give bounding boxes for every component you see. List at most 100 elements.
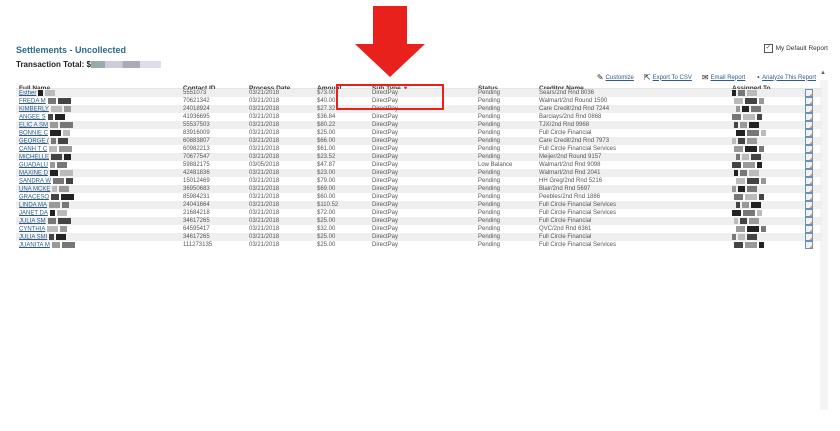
edit-icon[interactable] xyxy=(805,89,813,97)
row-process-date-text: 03/21/2018 xyxy=(249,218,280,224)
row-contact-id: 36950683 xyxy=(183,186,210,192)
row-full-name[interactable]: ELIC A SM xyxy=(19,121,74,128)
row-assigned-to xyxy=(730,137,757,145)
row-full-name-text: MICHELLE xyxy=(19,154,50,161)
edit-icon[interactable] xyxy=(805,161,813,169)
row-assigned-to xyxy=(730,209,762,217)
edit-icon[interactable] xyxy=(805,169,813,177)
row-amount-text: $27.32 xyxy=(317,106,336,112)
edit-icon[interactable] xyxy=(805,193,813,201)
row-contact-id-text: 60982213 xyxy=(183,146,210,152)
edit-icon[interactable] xyxy=(805,185,813,193)
customize-label[interactable]: Customize xyxy=(606,75,634,81)
row-creditor-name-text: Full Circle Financial xyxy=(539,218,592,224)
row-full-name[interactable]: UNA MCKE xyxy=(19,185,70,192)
row-assigned-to xyxy=(732,169,759,177)
row-full-name[interactable]: KIMBERLY xyxy=(19,105,71,112)
edit-icon[interactable] xyxy=(805,201,813,209)
redacted-name-block xyxy=(49,209,55,216)
row-assigned-to xyxy=(734,129,766,137)
analyze-report-link[interactable]: ◔ Analyze This Report xyxy=(755,73,816,82)
edit-icon[interactable] xyxy=(805,145,813,153)
row-full-name[interactable]: SANDRA W xyxy=(19,177,74,184)
row-process-date-text: 03/21/2018 xyxy=(249,154,280,160)
redacted-assignee-block xyxy=(738,185,745,192)
row-status: Pending xyxy=(478,242,500,248)
row-contact-id: 42481836 xyxy=(183,170,210,176)
analyze-report-label[interactable]: Analyze This Report xyxy=(762,75,816,81)
row-full-name[interactable]: CYNTHIA xyxy=(19,225,68,233)
row-sub-type: DirectPay xyxy=(372,210,398,216)
edit-icon[interactable] xyxy=(805,121,813,129)
row-process-date-text: 03/21/2018 xyxy=(249,98,280,104)
row-assigned-to xyxy=(734,177,766,185)
row-full-name-text: FREDA M xyxy=(19,98,46,105)
edit-icon[interactable] xyxy=(805,177,813,185)
edit-icon[interactable] xyxy=(805,113,813,121)
row-contact-id-text: 15012469 xyxy=(183,178,210,184)
row-full-name[interactable]: CANH T C xyxy=(19,145,73,152)
row-full-name[interactable]: BONNIE C xyxy=(19,129,71,137)
row-sub-type: DirectPay xyxy=(372,234,398,240)
row-full-name[interactable]: JULIA SMI xyxy=(19,233,67,240)
default-report-checkbox[interactable]: ✓ xyxy=(763,44,773,53)
scroll-up-icon[interactable]: ▲ xyxy=(820,70,826,76)
row-full-name-text: BONNIE C xyxy=(19,130,49,137)
edit-icon[interactable] xyxy=(805,153,813,161)
row-full-name[interactable]: MICHELLE xyxy=(19,153,72,161)
row-sub-type-text: DirectPay xyxy=(372,218,399,224)
redacted-assignee-block xyxy=(734,169,738,176)
row-contact-id-text: 64595417 xyxy=(183,226,210,232)
edit-icon[interactable] xyxy=(805,129,813,137)
row-full-name-text: Esther xyxy=(19,90,37,97)
row-full-name[interactable]: FREDA M xyxy=(19,97,71,105)
redacted-assignee-block xyxy=(740,169,747,176)
row-full-name[interactable]: Esther xyxy=(19,89,56,97)
row-full-name[interactable]: MAXINE D xyxy=(19,169,74,176)
export-csv-label[interactable]: Export To CSV xyxy=(653,75,692,81)
row-creditor-name-text: Care Credit/2nd Rnd 7244 xyxy=(539,106,610,112)
row-amount-text: $25.00 xyxy=(317,234,336,240)
customize-link[interactable]: ✎ Customize xyxy=(597,73,634,82)
row-process-date-text: 03/21/2018 xyxy=(249,186,280,192)
edit-icon[interactable] xyxy=(805,225,813,233)
row-full-name[interactable]: GEORGE ( xyxy=(19,137,69,144)
edit-icon[interactable] xyxy=(805,209,813,217)
email-report-label[interactable]: Email Report xyxy=(711,75,746,81)
redacted-name-block xyxy=(45,89,56,96)
redacted-name-block xyxy=(54,113,65,120)
row-process-date-text: 03/05/2018 xyxy=(249,162,280,168)
row-creditor-name: Peebles/2nd Rnd 1886 xyxy=(539,194,600,200)
edit-icon[interactable] xyxy=(805,105,813,113)
redacted-assignee-block xyxy=(759,241,764,248)
row-full-name[interactable]: LINDA MA xyxy=(19,201,70,208)
email-report-link[interactable]: ✉ Email Report xyxy=(702,73,745,82)
edit-icon[interactable] xyxy=(805,233,813,241)
row-creditor-name: QVC/2nd Rnd 6361 xyxy=(539,226,591,232)
edit-icon[interactable] xyxy=(805,137,813,145)
row-assigned-to xyxy=(734,201,761,209)
redacted-assignee-block xyxy=(732,89,736,96)
row-full-name[interactable]: JULIA SM xyxy=(19,217,71,224)
row-amount: $23.52 xyxy=(317,154,335,160)
row-process-date: 03/05/2018 xyxy=(249,162,279,168)
row-full-name[interactable]: JANET DA xyxy=(19,209,67,216)
edit-icon[interactable] xyxy=(805,241,813,249)
redacted-assignee-block xyxy=(734,121,738,128)
row-full-name[interactable]: GUADALU xyxy=(19,161,68,168)
row-sub-type: DirectPay xyxy=(372,162,398,168)
row-full-name[interactable]: GRACESO xyxy=(19,193,75,200)
edit-icon[interactable] xyxy=(805,97,813,105)
edit-icon[interactable] xyxy=(805,217,813,225)
row-process-date: 03/21/2018 xyxy=(249,98,279,104)
row-assigned-to xyxy=(732,97,764,105)
row-assigned-to xyxy=(732,217,759,225)
redacted-name-block xyxy=(51,193,60,200)
row-full-name-text: CYNTHIA xyxy=(19,226,46,233)
default-report-toggle[interactable]: ✓ My Default Report xyxy=(763,44,828,53)
row-status: Pending xyxy=(478,234,500,240)
row-process-date: 03/21/2018 xyxy=(249,106,279,112)
export-csv-link[interactable]: ⇱ Export To CSV xyxy=(644,73,692,82)
row-full-name[interactable]: ANGEE S xyxy=(19,113,65,120)
row-full-name[interactable]: JUANITA M xyxy=(19,241,75,248)
